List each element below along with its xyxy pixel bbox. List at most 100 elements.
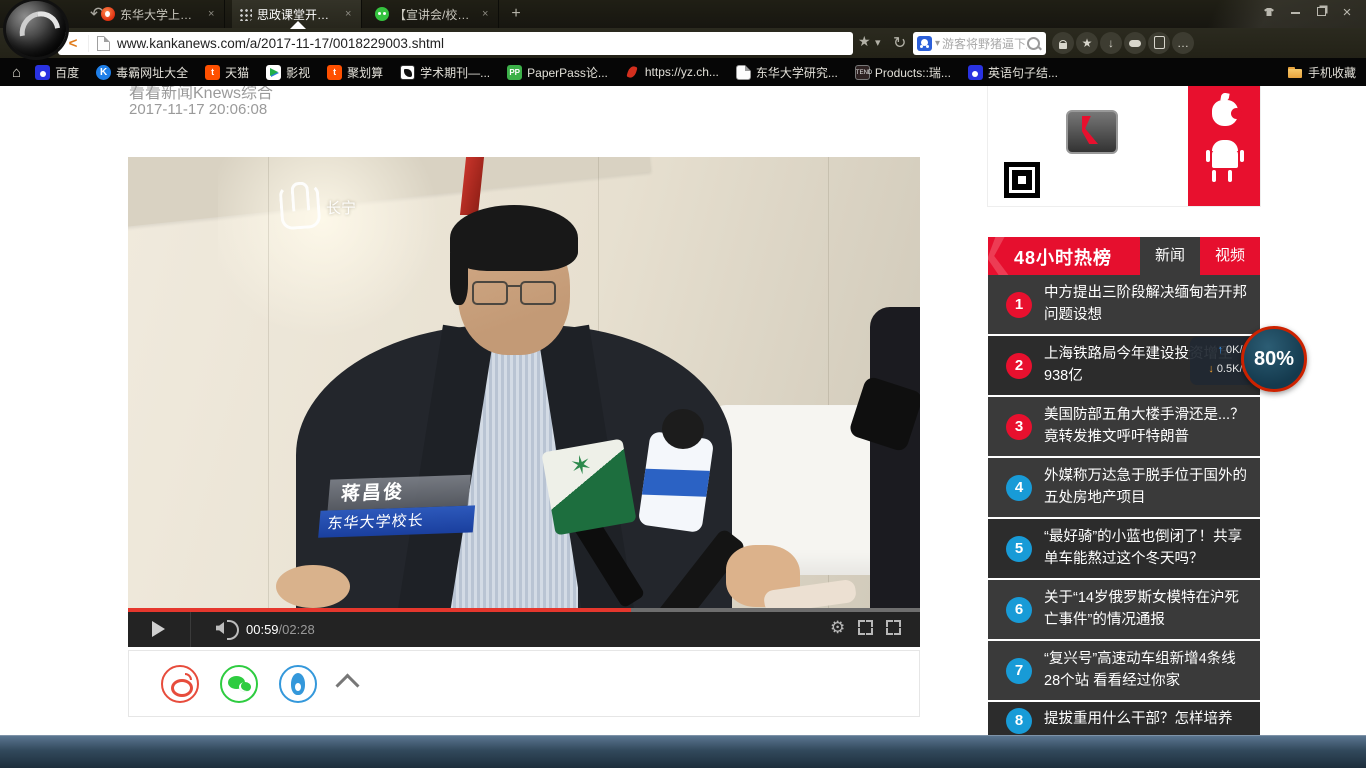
close-button[interactable] xyxy=(1334,4,1360,22)
hotlist-item[interactable]: 7 “复兴号”高速动车组新增4条线28个站 看看经过你家 xyxy=(988,641,1260,700)
bookmark-yz[interactable]: https://yz.ch... xyxy=(625,65,719,80)
address-bar[interactable]: www.kankanews.com/a/2017-11-17/001822900… xyxy=(58,32,853,55)
tend-icon xyxy=(855,65,870,80)
paperpass-icon xyxy=(507,65,522,80)
tab-dhu-auth[interactable]: 东华大学上网认证 xyxy=(95,0,225,28)
mobile-button[interactable] xyxy=(1148,32,1170,54)
hotlist-tab-video[interactable]: 视频 xyxy=(1200,237,1260,275)
bookmark-star-icon[interactable] xyxy=(858,33,871,50)
fullscreen-icon[interactable] xyxy=(886,620,901,635)
baidu-icon xyxy=(968,65,983,80)
android-icon[interactable] xyxy=(1212,150,1238,168)
bookmark-paperpass[interactable]: PaperPass论... xyxy=(507,64,608,81)
new-tab-button[interactable] xyxy=(506,4,526,24)
interviewee-hair xyxy=(450,205,578,271)
search-icon[interactable] xyxy=(1027,37,1040,50)
home-icon[interactable] xyxy=(12,64,21,81)
download-arrow-icon: ↓ xyxy=(1208,360,1214,379)
rank-badge: 3 xyxy=(1006,414,1032,440)
volume-icon[interactable] xyxy=(227,620,239,640)
hotlist-tab-news[interactable]: 新闻 xyxy=(1140,237,1200,275)
search-engine-caret-icon[interactable] xyxy=(935,38,940,49)
hotlist-item[interactable]: 3 美国防部五角大楼手滑还是...？竟转发推文呼吁特朗普 xyxy=(988,397,1260,456)
share-weibo-icon[interactable] xyxy=(161,665,199,703)
theater-mode-icon[interactable] xyxy=(858,620,873,635)
hotlist-item[interactable]: 4 外媒称万达急于脱手位于国外的五处房地产项目 xyxy=(988,458,1260,517)
search-input[interactable]: 游客将野猪逼下崖 xyxy=(942,35,1027,52)
mobile-favorites[interactable]: 手机收藏 xyxy=(1288,64,1356,81)
tab-favicon xyxy=(238,7,252,21)
search-engine-icon[interactable] xyxy=(917,36,932,51)
tab-favicon xyxy=(375,7,389,21)
bookmark-caret-icon[interactable] xyxy=(875,33,881,49)
url-text[interactable]: www.kankanews.com/a/2017-11-17/001822900… xyxy=(117,36,444,51)
restore-button[interactable] xyxy=(1308,4,1334,22)
volume-icon[interactable] xyxy=(216,622,224,634)
bookmark-journal[interactable]: 学术期刊—... xyxy=(400,64,490,81)
progress-fill xyxy=(128,608,631,612)
screen: 东华大学上网认证 思政课堂开讲 莘莘学 【宣讲会/校招】安踏... www.ka… xyxy=(0,0,1366,768)
security-lock-button[interactable] xyxy=(1052,32,1074,54)
reporter-arm xyxy=(870,307,920,608)
microphone-head xyxy=(662,409,704,449)
bookmark-duba[interactable]: 毒霸网址大全 xyxy=(96,64,188,81)
light-flare xyxy=(218,157,478,337)
apple-icon[interactable] xyxy=(1212,100,1238,126)
bookmark-tmall[interactable]: 天猫 xyxy=(205,64,249,81)
settings-gear-icon[interactable] xyxy=(830,618,845,638)
interviewee-hand xyxy=(276,565,350,608)
rank-badge: 2 xyxy=(1006,353,1032,379)
tab-recruit[interactable]: 【宣讲会/校招】安踏... xyxy=(369,0,499,28)
taskbar xyxy=(0,735,1366,768)
tab-close-icon[interactable] xyxy=(208,9,218,19)
video-player[interactable]: 长宁 蒋昌俊 东华大学校长 xyxy=(128,157,920,608)
search-box[interactable]: 游客将野猪逼下崖 xyxy=(913,32,1046,55)
refresh-icon[interactable] xyxy=(893,33,906,53)
bookmark-english[interactable]: 英语句子结... xyxy=(968,64,1058,81)
browser-logo[interactable] xyxy=(6,1,66,57)
active-tab-pointer xyxy=(290,21,306,29)
interviewee-hair xyxy=(450,253,468,305)
glasses-bridge xyxy=(506,285,522,287)
article-datetime: 2017-11-17 20:06:08 xyxy=(129,101,267,118)
tmall-icon xyxy=(205,65,220,80)
menu-more-button[interactable] xyxy=(1172,32,1194,54)
phoenix-icon xyxy=(625,65,640,80)
hotlist-item[interactable]: 6 关于“14岁俄罗斯女模特在沪死亡事件”的情况通报 xyxy=(988,580,1260,639)
bookmark-baidu[interactable]: 百度 xyxy=(35,64,79,81)
app-platforms xyxy=(1188,86,1260,206)
download-button[interactable] xyxy=(1100,32,1122,54)
favorites-button[interactable] xyxy=(1076,32,1098,54)
bookmark-dhu-grad[interactable]: 东华大学研究... xyxy=(736,64,838,81)
tab-label: 东华大学上网认证 xyxy=(120,6,203,23)
bookmark-movies[interactable]: 影视 xyxy=(266,64,310,81)
bookmarks-bar: 百度 毒霸网址大全 天猫 影视 聚划算 学术期刊—... PaperPass论.… xyxy=(0,58,1366,86)
games-button[interactable] xyxy=(1124,32,1146,54)
rank-badge: 4 xyxy=(1006,475,1032,501)
tab-label: 【宣讲会/校招】安踏... xyxy=(394,6,477,23)
battery-widget[interactable]: 80% xyxy=(1241,326,1307,392)
tab-favicon xyxy=(101,7,115,21)
tab-close-icon[interactable] xyxy=(345,9,355,19)
skin-button[interactable] xyxy=(1256,4,1282,22)
microphone-green xyxy=(541,439,636,536)
bookmark-juhuasuan[interactable]: 聚划算 xyxy=(327,64,383,81)
collapse-chevron-icon[interactable] xyxy=(335,673,359,697)
tab-close-icon[interactable] xyxy=(482,9,492,19)
minimize-button[interactable] xyxy=(1282,4,1308,22)
share-qq-icon[interactable] xyxy=(279,665,317,703)
hotlist-title: 48小时热榜 xyxy=(1014,244,1112,270)
hotlist-item[interactable]: 1 中方提出三阶段解决缅甸若开邦问题设想 xyxy=(988,275,1260,334)
juhuasuan-icon xyxy=(327,65,342,80)
rank-badge: 8 xyxy=(1006,708,1032,734)
hotlist-item[interactable]: 5 “最好骑”的小蓝也倒闭了！共享单车能熬过这个冬天吗？ xyxy=(988,519,1260,578)
page-icon xyxy=(736,65,751,80)
play-button[interactable] xyxy=(152,621,165,637)
share-wechat-icon[interactable] xyxy=(220,665,258,703)
channel-logo-icon xyxy=(279,184,322,231)
folder-icon xyxy=(1288,65,1303,80)
bookmark-products[interactable]: Products::瑞... xyxy=(855,64,951,81)
journal-icon xyxy=(400,65,415,80)
baidu-icon xyxy=(35,65,50,80)
hotlist-item[interactable]: 8 提拔重用什么干部？怎样培养 xyxy=(988,702,1260,735)
